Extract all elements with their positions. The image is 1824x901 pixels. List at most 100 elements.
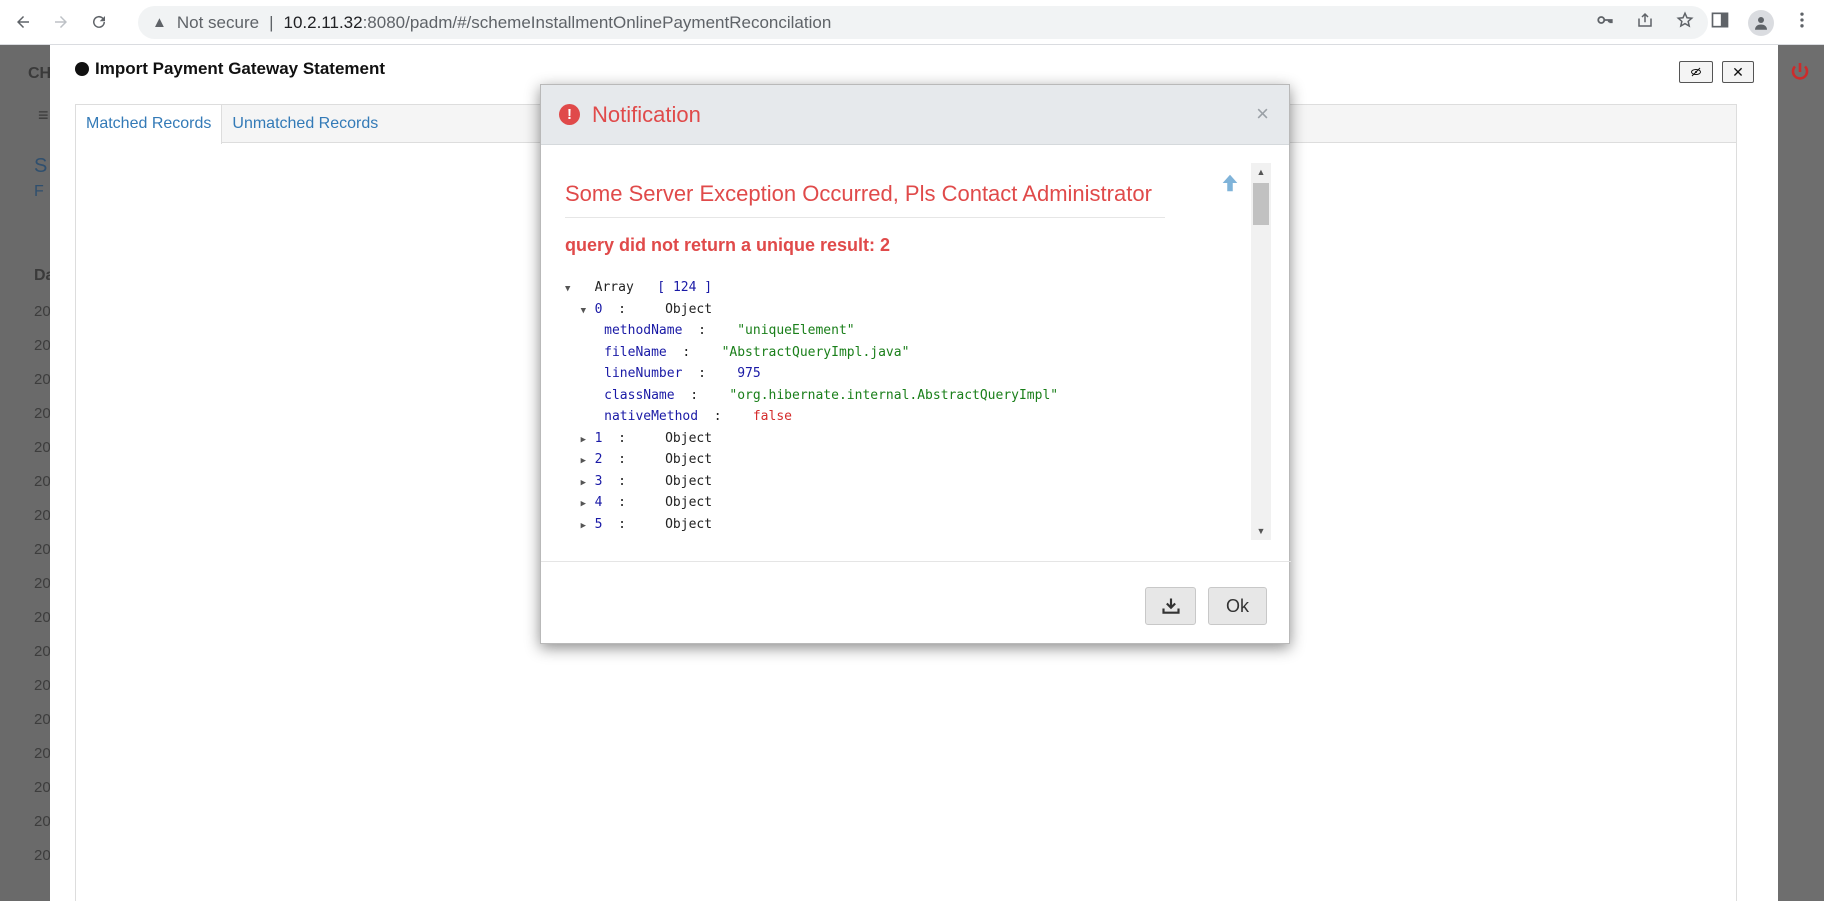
scrollbar-thumb[interactable] [1253, 183, 1269, 225]
scroll-up-icon[interactable]: ▲ [1251, 163, 1271, 181]
tree-item-type: Object [665, 473, 713, 489]
download-icon [1161, 598, 1180, 614]
notification-body: Some Server Exception Occurred, Pls Cont… [541, 145, 1291, 561]
address-separator: | [269, 12, 274, 32]
tree-field-row: className : "org.hibernate.internal.Abst… [604, 387, 1059, 403]
tree-item-type: Object [665, 301, 713, 317]
tree-field-row: methodName : "uniqueElement" [604, 323, 855, 338]
star-icon[interactable] [1676, 11, 1694, 34]
bg-row: 20 [34, 303, 51, 320]
bg-row: 20 [34, 575, 51, 592]
error-title: Some Server Exception Occurred, Pls Cont… [565, 181, 1165, 218]
tree-item-row[interactable]: ▶ 5 : Object [565, 514, 1205, 536]
field-value: "uniqueElement" [737, 323, 855, 338]
back-icon[interactable] [8, 7, 38, 37]
tree-item-index: 3 [594, 473, 603, 489]
field-key: fileName [604, 344, 667, 360]
bg-row: 20 [34, 337, 51, 354]
address-bar[interactable]: ▲ Not secure | 10.2.11.32:8080/padm/#/sc… [138, 6, 1708, 39]
tree-item-row[interactable]: ▼ 0 : Object [565, 299, 1205, 321]
bg-right-strip [1778, 45, 1824, 901]
share-icon[interactable] [1636, 11, 1654, 34]
import-title-text: Import Payment Gateway Statement [95, 59, 386, 78]
tree-root-count: 124 [672, 280, 697, 295]
notification-title: Notification [592, 101, 701, 127]
bg-panel-fragment-1: S [34, 155, 48, 177]
bg-row: 20 [34, 541, 51, 558]
bg-row: 20 [34, 711, 51, 728]
bg-row: 20 [34, 779, 51, 796]
bg-row: 20 [34, 473, 51, 490]
tree-item-type: Object [665, 452, 713, 467]
collapsed-triangle-icon[interactable]: ▶ [581, 430, 595, 452]
bg-row: 20 [34, 847, 51, 864]
error-stack-tree: ▼ Array [ 124 ] ▼ 0 : Object methodName :… [565, 277, 1205, 535]
tree-item-row[interactable]: ▶ 1 : Object [565, 428, 1205, 450]
notification-header: ! Notification × [541, 85, 1289, 145]
ok-button[interactable]: Ok [1208, 587, 1267, 625]
hide-eye-icon[interactable] [1679, 61, 1713, 83]
tab-unmatched-records[interactable]: Unmatched Records [222, 105, 388, 143]
tree-item-row[interactable]: ▶ 4 : Object [565, 492, 1205, 514]
collapsed-triangle-icon[interactable]: ▶ [581, 473, 595, 495]
expanded-triangle-icon[interactable]: ▼ [565, 279, 579, 301]
tree-item-row[interactable]: ▶ 2 : Object [565, 449, 1205, 471]
field-value: "AbstractQueryImpl.java" [721, 344, 910, 360]
warning-icon: ▲ [152, 14, 167, 31]
menu-kebab-icon[interactable] [1792, 10, 1812, 35]
bg-row: 20 [34, 813, 51, 830]
bg-row: 20 [34, 439, 51, 456]
bg-row: 20 [34, 507, 51, 524]
bg-row: 20 [34, 643, 51, 660]
field-key: methodName [604, 323, 683, 338]
tree-field-row: fileName : "AbstractQueryImpl.java" [604, 344, 910, 360]
tree-scrollbar[interactable]: ▲ ▼ [1251, 163, 1271, 540]
power-icon[interactable] [1788, 60, 1812, 89]
collapsed-triangle-icon[interactable]: ▶ [581, 516, 595, 538]
scroll-down-icon[interactable]: ▼ [1251, 522, 1271, 540]
security-label: Not secure [176, 12, 260, 32]
expanded-triangle-icon[interactable]: ▼ [581, 301, 595, 323]
import-modal-title: Import Payment Gateway Statement [75, 59, 385, 79]
bg-row: 20 [34, 405, 51, 422]
bullet-icon [75, 62, 89, 76]
error-message: query did not return a unique result: 2 [565, 235, 891, 255]
tree-item-type: Object [665, 430, 713, 446]
bg-menu-icon: ≡ [38, 105, 49, 125]
reload-icon[interactable] [84, 7, 114, 37]
tree-item-index: 2 [594, 452, 603, 467]
notification-footer: Ok [541, 561, 1291, 645]
scroll-top-arrow-icon[interactable] [1219, 171, 1241, 200]
tree-item-row[interactable]: ▶ 3 : Object [565, 471, 1205, 493]
tree-item-type: Object [665, 495, 713, 510]
browser-toolbar: ▲ Not secure | 10.2.11.32:8080/padm/#/sc… [0, 0, 1824, 45]
tree-item-type: Object [665, 516, 713, 532]
collapsed-triangle-icon[interactable]: ▶ [581, 494, 595, 516]
download-button[interactable] [1145, 587, 1196, 625]
tree-field-row: lineNumber : 975 [604, 366, 761, 381]
field-key: nativeMethod [604, 409, 699, 424]
bg-row: 20 [34, 609, 51, 626]
tree-root-row[interactable]: ▼ Array [ 124 ] [565, 277, 1205, 299]
field-key: lineNumber [604, 366, 683, 381]
profile-avatar-icon[interactable] [1748, 9, 1774, 36]
bg-row: 20 [34, 371, 51, 388]
bg-panel-fragment-2: F [34, 183, 44, 200]
field-value: "org.hibernate.internal.AbstractQueryImp… [729, 387, 1059, 403]
bg-row: 20 [34, 677, 51, 694]
side-panel-icon[interactable] [1710, 10, 1730, 35]
tree-field-row: nativeMethod : false [604, 409, 792, 424]
field-value: false [752, 409, 792, 424]
tab-matched-records[interactable]: Matched Records [76, 105, 223, 144]
url-path: :8080/padm/#/schemeInstallmentOnlinePaym… [362, 12, 832, 32]
forward-icon[interactable] [46, 7, 76, 37]
field-key: className [604, 387, 675, 403]
close-modal-button[interactable]: ✕ [1722, 61, 1754, 83]
tree-item-index: 0 [594, 301, 603, 317]
tree-item-index: 4 [594, 495, 603, 510]
tree-item-index: 1 [594, 430, 603, 446]
tree-item-index: 5 [594, 516, 603, 532]
notification-close-button[interactable]: × [1256, 101, 1269, 127]
key-icon[interactable] [1596, 11, 1614, 34]
collapsed-triangle-icon[interactable]: ▶ [581, 451, 595, 473]
